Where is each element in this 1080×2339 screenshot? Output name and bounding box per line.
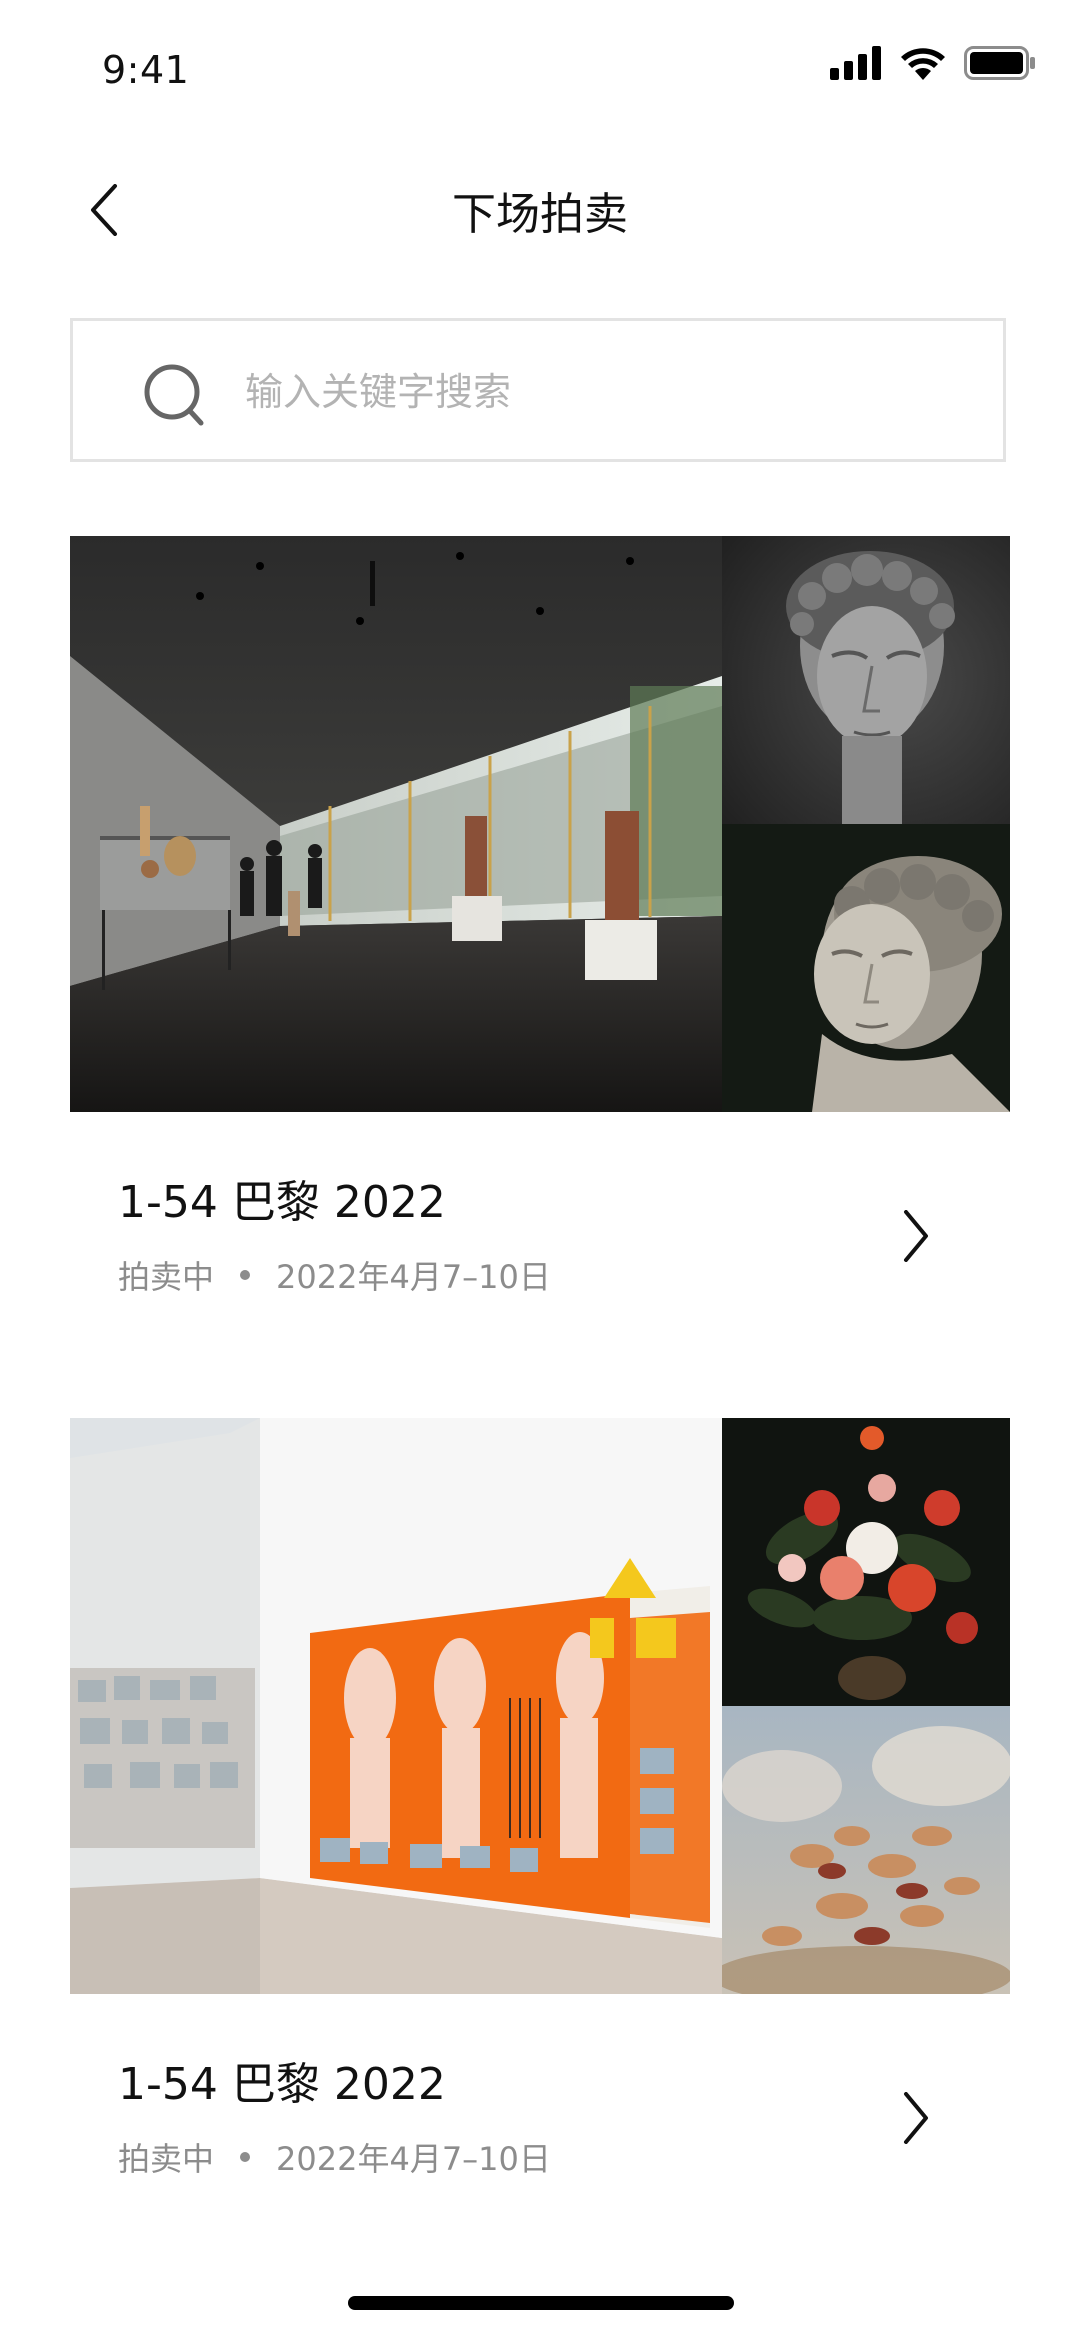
status-time: 9:41 [102,48,190,92]
wifi-icon [901,48,945,80]
chevron-right-icon [904,1210,928,1262]
auction-status: 拍卖中 [118,2140,215,2178]
nav-bar: 下场拍卖 [0,140,1080,270]
auction-date: 2022年4月7–10日 [276,1258,551,1296]
baroque-ceiling-painting [722,1706,1010,1994]
auction-date: 2022年4月7–10日 [276,2140,551,2178]
status-icons [830,46,1036,80]
auction-card[interactable]: 1-54 巴黎 2022 拍卖中 2022年4月7–10日 [70,536,1010,1352]
auction-meta: 拍卖中 2022年4月7–10日 [118,2134,551,2180]
auction-card[interactable]: 1-54 巴黎 2022 拍卖中 2022年4月7–10日 [70,1418,1010,2234]
meta-separator-dot [240,1270,251,1280]
auction-title: 1-54 巴黎 2022 [118,1177,446,1228]
auction-card-info[interactable]: 1-54 巴黎 2022 拍卖中 2022年4月7–10日 [70,1994,1010,2234]
flower-still-life-painting [722,1418,1010,1706]
status-bar: 9:41 [0,0,1080,140]
orange-mural-gallery-photo [70,1418,722,1994]
auction-title: 1-54 巴黎 2022 [118,2059,446,2110]
meta-separator-dot [240,2152,251,2162]
auction-card-info[interactable]: 1-54 巴黎 2022 拍卖中 2022年4月7–10日 [70,1112,1010,1352]
home-indicator[interactable] [348,2296,734,2310]
marble-head-sculpture-photo [722,536,1010,824]
auction-card-images[interactable] [70,1418,1010,1994]
auction-open-button[interactable] [892,1204,940,1268]
search-input[interactable] [243,351,947,433]
chevron-right-icon [904,2092,928,2144]
auction-open-button[interactable] [892,2086,940,2150]
page-title: 下场拍卖 [452,189,628,240]
gallery-interior-photo [70,536,722,1112]
battery-icon [964,46,1035,80]
marble-bust-sculpture-photo [722,824,1010,1112]
auction-status: 拍卖中 [118,1258,215,1296]
auction-card-images[interactable] [70,536,1010,1112]
search-box[interactable] [70,318,1006,462]
auction-meta: 拍卖中 2022年4月7–10日 [118,1252,551,1298]
cellular-signal-icon [830,46,881,80]
search-icon [144,364,204,426]
